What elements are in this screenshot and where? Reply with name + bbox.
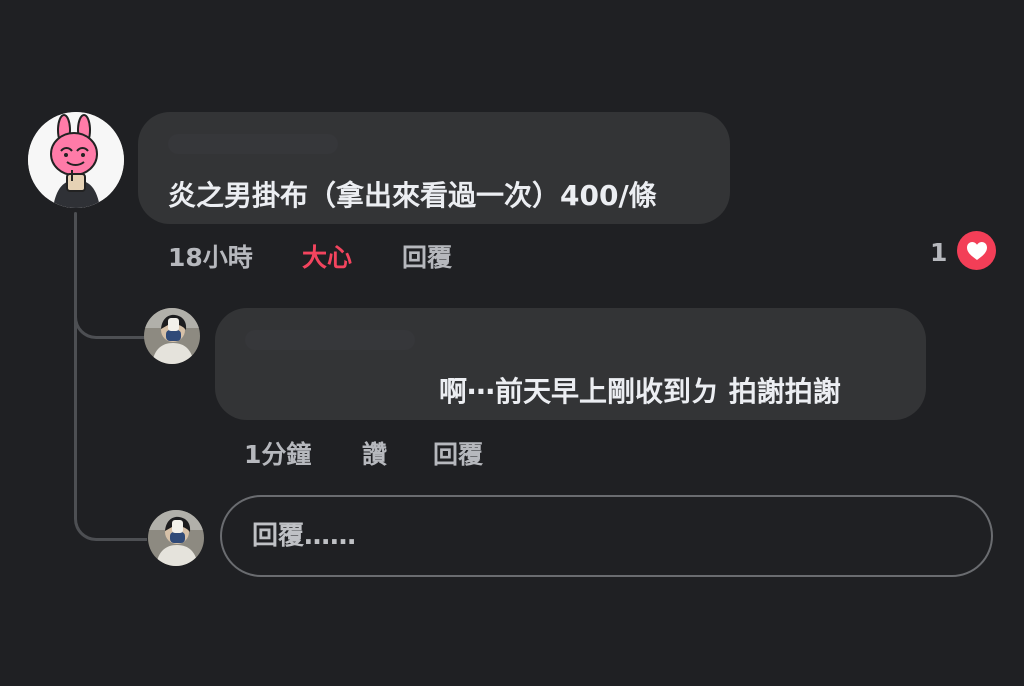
main-comment-text: 炎之男掛布（拿出來看過一次）400/條 [168,179,657,212]
main-comment-bubble[interactable]: 炎之男掛布（拿出來看過一次）400/條 [138,112,730,224]
heart-icon [966,241,987,260]
reaction-heart-button[interactable] [957,231,996,270]
thread-branch-composer [74,508,147,541]
reply-comment-text: 啊⋯前天早上剛收到ㄉ 拍謝拍謝 [439,375,841,408]
reply-reply-button[interactable]: 回覆 [433,435,483,471]
reply-input[interactable] [250,520,944,552]
masked-person-avatar-icon [148,510,204,566]
reply-avatar[interactable] [144,308,200,364]
composer-avatar[interactable] [148,510,204,566]
thread-branch-reply [74,306,147,339]
commenter-avatar[interactable] [28,112,124,208]
reaction-count[interactable]: 1 [930,238,947,267]
reply-composer[interactable] [220,495,993,577]
reply-author-name-obscured [245,330,415,350]
reply-comment-time: 1分鐘 [244,440,312,469]
main-comment-reply-button[interactable]: 回覆 [402,238,452,274]
thread-line [74,212,77,517]
masked-person-avatar-icon [144,308,200,364]
pink-bunny-avatar-icon [28,112,124,208]
reply-like-button[interactable]: 讚 [362,435,387,471]
reply-comment-bubble[interactable]: 啊⋯前天早上剛收到ㄉ 拍謝拍謝 [215,308,926,420]
main-comment-time: 18小時 [168,243,253,272]
author-name-obscured [168,134,338,154]
main-comment-reaction-button[interactable]: 大心 [302,238,352,274]
